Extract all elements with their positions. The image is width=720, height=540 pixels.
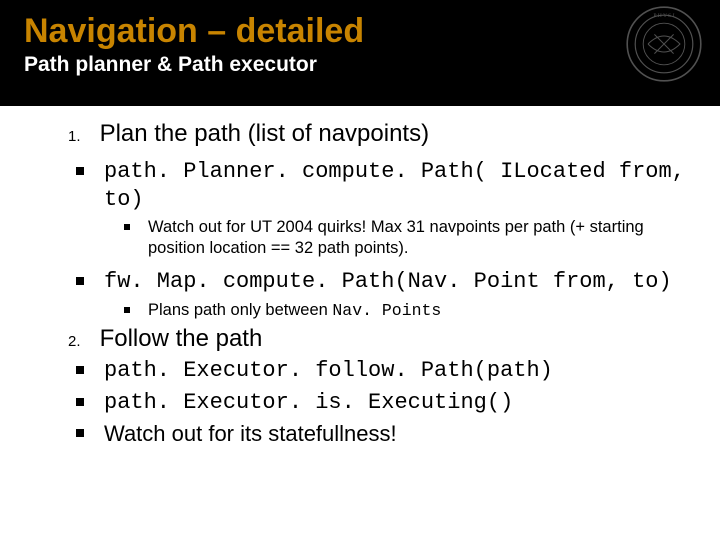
list-number: 2. [68,333,94,350]
list-number: 1. [68,128,94,145]
note-text: Watch out for UT 2004 quirks! Max 31 nav… [148,218,644,257]
square-bullet-icon [76,277,84,285]
slide-title: Navigation – detailed [24,12,696,51]
slide-header: Navigation – detailed Path planner & Pat… [0,0,720,106]
square-bullet-icon [76,398,84,406]
sub-text: Watch out for its statefullness! [104,421,397,446]
list-text: Plan the path (list of navpoints) [100,120,430,147]
square-bullet-icon [76,429,84,437]
list-item: 2. Follow the path path. Executor. follo… [48,325,704,450]
code-text: path. Planner. compute. Path( ILocated f… [104,159,685,212]
code-text: fw. Map. compute. Path(Nav. Point from, … [104,269,672,294]
sub-item: path. Executor. follow. Path(path) [48,357,704,385]
slide-subtitle: Path planner & Path executor [24,53,696,77]
sub-item: fw. Map. compute. Path(Nav. Point from, … [48,268,704,321]
small-square-bullet-icon [124,307,130,313]
note-item: Watch out for UT 2004 quirks! Max 31 nav… [104,217,704,258]
svg-text:P H Y S I: P H Y S I [653,13,674,19]
note-text: Plans path only between [148,301,332,319]
list-item: 1. Plan the path (list of navpoints) pat… [48,120,704,321]
square-bullet-icon [76,366,84,374]
slide-body: 1. Plan the path (list of navpoints) pat… [0,106,720,450]
note-code: Nav. Points [332,301,441,320]
sub-item: path. Executor. is. Executing() [48,389,704,417]
sub-item: Watch out for its statefullness! [48,420,704,450]
list-text: Follow the path [100,325,263,352]
note-item: Plans path only between Nav. Points [104,300,704,322]
code-text: path. Executor. follow. Path(path) [104,358,553,383]
small-square-bullet-icon [124,224,130,230]
code-text: path. Executor. is. Executing() [104,390,513,415]
university-seal-icon: P H Y S I [624,4,704,84]
square-bullet-icon [76,167,84,175]
sub-item: path. Planner. compute. Path( ILocated f… [48,158,704,258]
